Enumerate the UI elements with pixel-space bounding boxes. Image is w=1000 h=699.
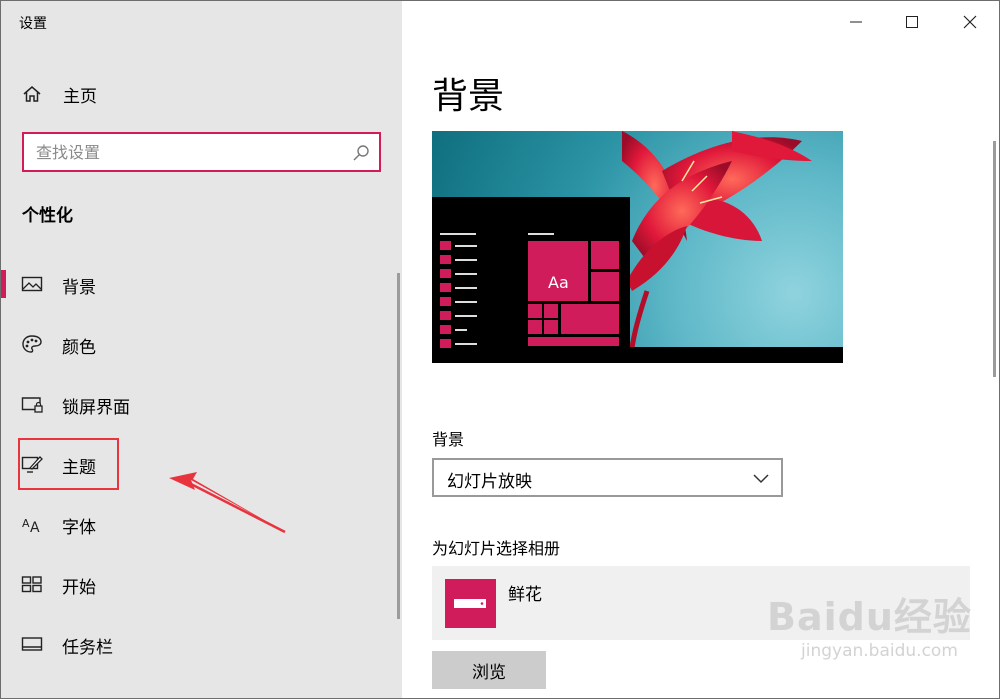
- home-icon: [23, 86, 41, 102]
- minimize-icon: [850, 21, 862, 23]
- sidebar-item-lock-screen[interactable]: 锁屏界面: [1, 382, 396, 426]
- svg-text:A: A: [22, 517, 30, 530]
- background-type-dropdown[interactable]: 幻灯片放映: [432, 458, 783, 497]
- baidu-watermark: Baidu经验 jingyan.baidu.com: [767, 586, 972, 661]
- sidebar-item-start[interactable]: 开始: [1, 562, 396, 606]
- svg-text:A: A: [30, 520, 40, 534]
- sidebar-scrollbar[interactable]: [397, 273, 400, 619]
- annotation-highlight-box: [18, 438, 119, 490]
- background-preview: Aa: [432, 131, 843, 363]
- album-thumbnail: [445, 579, 496, 628]
- album-name: 鲜花: [508, 585, 542, 605]
- font-icon: A A: [22, 517, 40, 534]
- window-title: 设置: [19, 16, 47, 32]
- chevron-down-icon: [753, 474, 769, 484]
- sidebar-item-label: 字体: [62, 518, 96, 538]
- tile-label: Aa: [548, 273, 569, 292]
- close-icon: [963, 15, 977, 29]
- close-button[interactable]: [941, 1, 999, 43]
- home-label: 主页: [63, 86, 97, 107]
- lock-screen-icon: [21, 397, 43, 413]
- preview-start-menu: Aa: [432, 197, 630, 363]
- sidebar-item-label: 任务栏: [62, 638, 113, 658]
- sidebar-item-color[interactable]: 颜色: [1, 322, 396, 366]
- dropdown-value: 幻灯片放映: [447, 472, 532, 492]
- background-type-label: 背景: [432, 430, 465, 449]
- search-input[interactable]: [36, 141, 336, 163]
- browse-button[interactable]: 浏览: [432, 651, 546, 689]
- sidebar-item-background[interactable]: 背景: [1, 262, 396, 306]
- picture-icon: [21, 276, 43, 292]
- sidebar-item-label: 背景: [62, 278, 96, 298]
- palette-icon: [22, 335, 42, 353]
- watermark-url: jingyan.baidu.com: [801, 641, 958, 661]
- main-scrollbar[interactable]: [993, 141, 996, 377]
- section-title: 个性化: [22, 206, 73, 226]
- search-icon[interactable]: [351, 143, 371, 163]
- folder-icon: [454, 599, 486, 608]
- page-title: 背景: [432, 76, 505, 117]
- search-box[interactable]: [22, 132, 381, 172]
- home-nav-item[interactable]: 主页: [21, 79, 381, 109]
- taskbar-icon: [21, 637, 43, 651]
- sidebar-item-label: 锁屏界面: [62, 398, 130, 418]
- sidebar-item-taskbar[interactable]: 任务栏: [1, 622, 396, 666]
- start-grid-icon: [21, 576, 42, 593]
- sidebar-item-label: 开始: [62, 578, 96, 598]
- maximize-button[interactable]: [883, 1, 941, 43]
- main-panel: 背景 Aa 背景 幻灯片放映 为幻灯片选择相册 鲜花 浏览 Baidu经验 ji…: [403, 1, 999, 698]
- preview-large-tile: Aa: [528, 241, 588, 301]
- settings-window: 设置 主页 个性化 背景: [0, 0, 1000, 699]
- sidebar-item-label: 颜色: [62, 338, 96, 358]
- sidebar: 设置 主页 个性化 背景: [1, 1, 402, 698]
- album-section-label: 为幻灯片选择相册: [432, 539, 561, 558]
- minimize-button[interactable]: [827, 1, 885, 43]
- annotation-arrow-icon: [169, 472, 286, 534]
- maximize-icon: [906, 16, 918, 28]
- watermark-logo: Baidu经验: [767, 595, 972, 639]
